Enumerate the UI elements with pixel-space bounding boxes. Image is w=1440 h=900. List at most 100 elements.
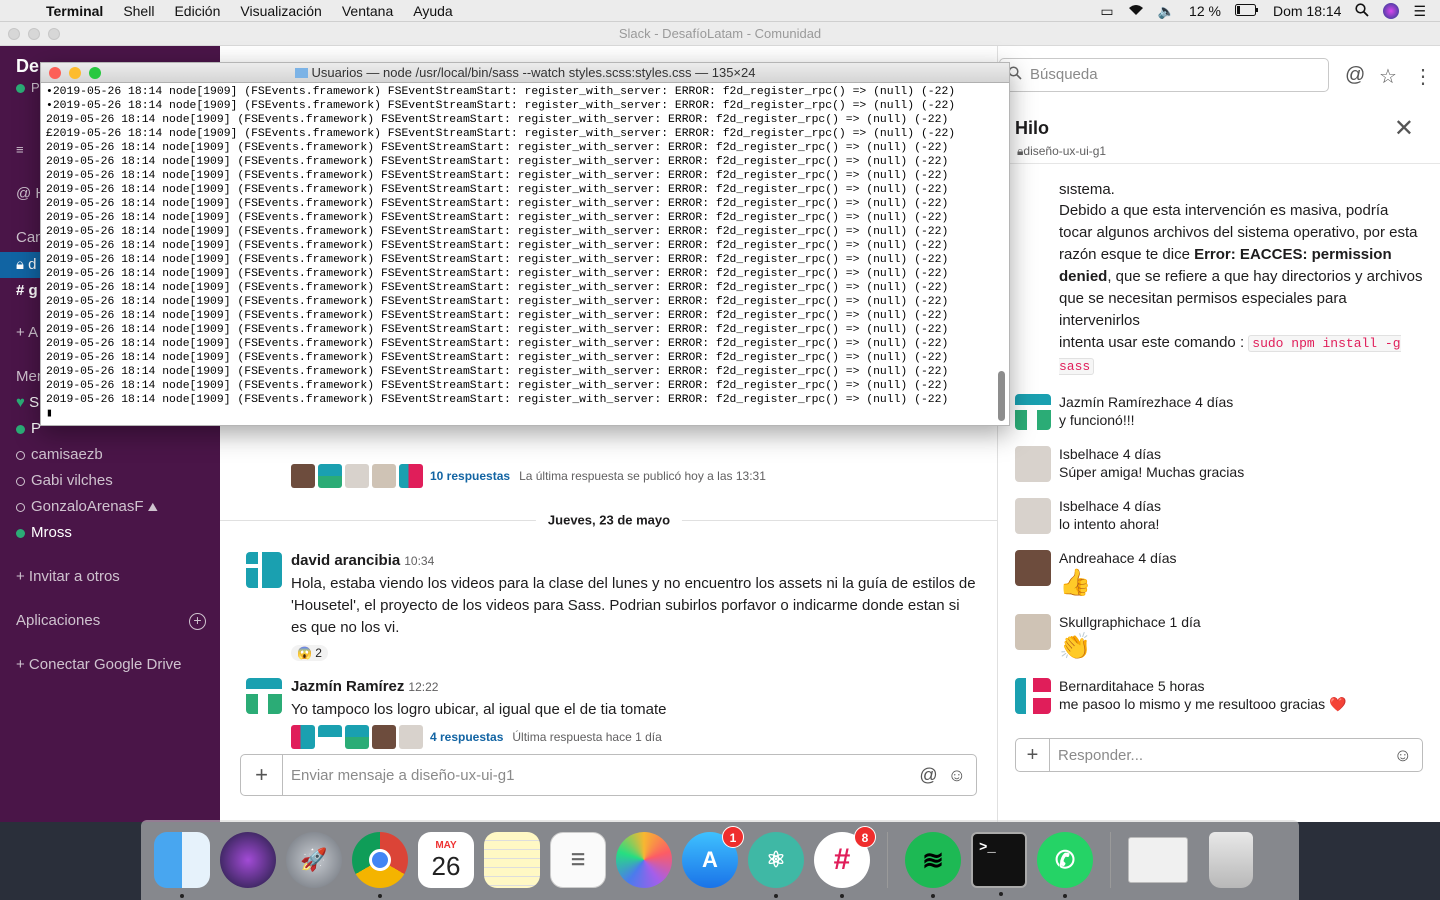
avatar[interactable] <box>246 552 282 588</box>
message-author[interactable]: david arancibia <box>291 552 400 569</box>
avatar[interactable] <box>1015 614 1051 650</box>
message-time[interactable]: hace 5 horas <box>1124 678 1205 694</box>
terminal-output[interactable]: •2019-05-26 18:14 node[1909] (FSEvents.f… <box>41 83 1009 423</box>
message-author[interactable]: Jazmín Ramírez <box>1059 394 1161 410</box>
message-time[interactable]: hace 4 días <box>1089 446 1161 462</box>
siri-icon[interactable] <box>1383 3 1400 19</box>
message-author[interactable]: Bernardita <box>1059 678 1124 694</box>
siri-dock-icon[interactable] <box>220 832 276 888</box>
dm-s[interactable]: ♥ S <box>16 394 39 411</box>
add-channel-link[interactable]: + A <box>16 324 38 341</box>
minimize-window-button[interactable] <box>69 67 81 79</box>
reminders-icon[interactable]: ☰ <box>550 832 606 888</box>
finder-icon[interactable] <box>154 832 210 898</box>
running-indicator <box>774 894 778 898</box>
menu-app-name[interactable]: Terminal <box>46 3 103 19</box>
dm-mross[interactable]: Mross <box>16 524 72 541</box>
chrome-icon[interactable] <box>352 832 408 898</box>
message-composer[interactable]: + Enviar mensaje a diseño-ux-ui-g1 @ ☺ <box>240 754 977 796</box>
sidebar-threads[interactable]: ≡ <box>16 142 24 157</box>
slack-icon[interactable]: #8 <box>814 826 876 898</box>
menu-clock[interactable]: Dom 18:14 <box>1273 3 1341 19</box>
message-time[interactable]: hace 4 días <box>1161 394 1233 410</box>
workspace-name[interactable]: De <box>16 56 39 77</box>
message-author[interactable]: Isbel <box>1059 498 1089 514</box>
dm-p[interactable]: P <box>16 420 41 437</box>
trash-icon[interactable] <box>1209 832 1253 888</box>
reaction-pill[interactable]: 😱 2 <box>291 645 328 661</box>
notes-icon[interactable] <box>484 832 540 888</box>
menu-visualizacion[interactable]: Visualización <box>240 3 321 19</box>
terminal-icon[interactable]: >_ <box>971 832 1027 896</box>
menu-shell[interactable]: Shell <box>123 3 154 19</box>
dm-gonzaloarenasf[interactable]: GonzaloArenasF ⛰ <box>16 498 158 515</box>
minimize-window-button[interactable] <box>28 28 40 40</box>
avatar[interactable] <box>246 678 282 714</box>
message-time[interactable]: hace 4 días <box>1104 550 1176 566</box>
connect-gdrive-link[interactable]: + Conectar Google Drive <box>16 656 182 673</box>
message-time[interactable]: hace 1 día <box>1135 614 1200 630</box>
emoji-button-icon[interactable]: ☺ <box>1394 745 1412 766</box>
app-store-icon[interactable]: A1 <box>682 826 744 888</box>
reply-input[interactable]: Responder... <box>1058 747 1394 764</box>
more-options-icon[interactable]: ⋮ <box>1413 64 1433 89</box>
composer-input[interactable]: Enviar mensaje a diseño-ux-ui-g1 <box>291 767 919 784</box>
thread-summary[interactable]: 10 respuestas La última respuesta se pub… <box>291 464 766 488</box>
menu-ventana[interactable]: Ventana <box>342 3 393 19</box>
battery-icon[interactable] <box>1234 3 1259 19</box>
avatar[interactable] <box>1015 550 1051 586</box>
zoom-window-button[interactable] <box>48 28 60 40</box>
message-author[interactable]: Isbel <box>1059 446 1089 462</box>
menu-ayuda[interactable]: Ayuda <box>413 3 452 19</box>
spotify-icon[interactable]: ≋ <box>905 832 961 898</box>
close-thread-icon[interactable]: ✕ <box>1394 114 1414 143</box>
dm-camisaezb[interactable]: camisaezb <box>16 446 103 463</box>
invite-link[interactable]: + Invitar a otros <box>16 568 120 585</box>
add-attachment-button[interactable]: + <box>241 755 283 795</box>
close-window-button[interactable] <box>49 67 61 79</box>
menu-edicion[interactable]: Edición <box>174 3 220 19</box>
sidebar-channel-g[interactable]: # g <box>16 282 38 299</box>
avatar[interactable] <box>1015 678 1051 714</box>
emoji-button-icon[interactable]: ☺ <box>948 765 966 786</box>
star-icon[interactable]: ☆ <box>1379 64 1397 89</box>
message-time[interactable]: 12:22 <box>408 680 438 694</box>
wifi-icon[interactable] <box>1128 3 1144 19</box>
search-input[interactable]: Búsqueda <box>999 58 1329 92</box>
mention-button-icon[interactable]: @ <box>919 765 937 786</box>
airplay-icon[interactable]: ▭ <box>1100 3 1113 20</box>
avatar[interactable] <box>1015 446 1051 482</box>
message-author[interactable]: Jazmín Ramírez <box>291 678 404 695</box>
online-dot-icon <box>16 424 25 434</box>
avatar[interactable] <box>1015 498 1051 534</box>
message-author[interactable]: Skullgraphic <box>1059 614 1135 630</box>
reply-composer[interactable]: + Responder... ☺ <box>1015 738 1423 772</box>
atom-icon[interactable]: ⚛ <box>748 832 804 898</box>
close-window-button[interactable] <box>8 28 20 40</box>
add-app-icon[interactable]: + <box>189 613 206 630</box>
message-author[interactable]: Andrea <box>1059 550 1104 566</box>
calendar-icon[interactable]: MAY 26 <box>418 832 474 888</box>
thread-summary[interactable]: 4 respuestas Última respuesta hace 1 día <box>291 725 976 749</box>
message-time[interactable]: 10:34 <box>404 554 434 568</box>
zoom-window-button[interactable] <box>89 67 101 79</box>
add-attachment-button[interactable]: + <box>1016 739 1050 771</box>
thread-replies-link[interactable]: 10 respuestas <box>430 469 510 483</box>
photos-icon[interactable] <box>616 832 672 888</box>
notification-center-icon[interactable]: ☰ <box>1413 3 1426 20</box>
terminal-scrollbar[interactable] <box>997 87 1007 421</box>
launchpad-icon[interactable]: 🚀 <box>286 832 342 888</box>
message-time[interactable]: hace 4 días <box>1089 498 1161 514</box>
mentions-icon[interactable]: @ <box>1345 64 1365 87</box>
scrollbar-thumb[interactable] <box>998 371 1005 421</box>
thread-replies-link[interactable]: 4 respuestas <box>430 730 503 744</box>
thread-channel[interactable]: 🔒︎diseño-ux-ui-g1 <box>1017 144 1106 159</box>
volume-icon[interactable]: 🔈 <box>1158 3 1175 20</box>
avatar[interactable] <box>1015 394 1051 430</box>
user-status[interactable]: P <box>16 80 40 95</box>
dm-gabi-vilches[interactable]: Gabi vilches <box>16 472 113 489</box>
apps-heading[interactable]: Aplicaciones <box>16 612 100 629</box>
minimized-window-icon[interactable] <box>1128 837 1188 883</box>
whatsapp-icon[interactable]: ✆ <box>1037 832 1093 898</box>
spotlight-search-icon[interactable] <box>1355 2 1370 20</box>
